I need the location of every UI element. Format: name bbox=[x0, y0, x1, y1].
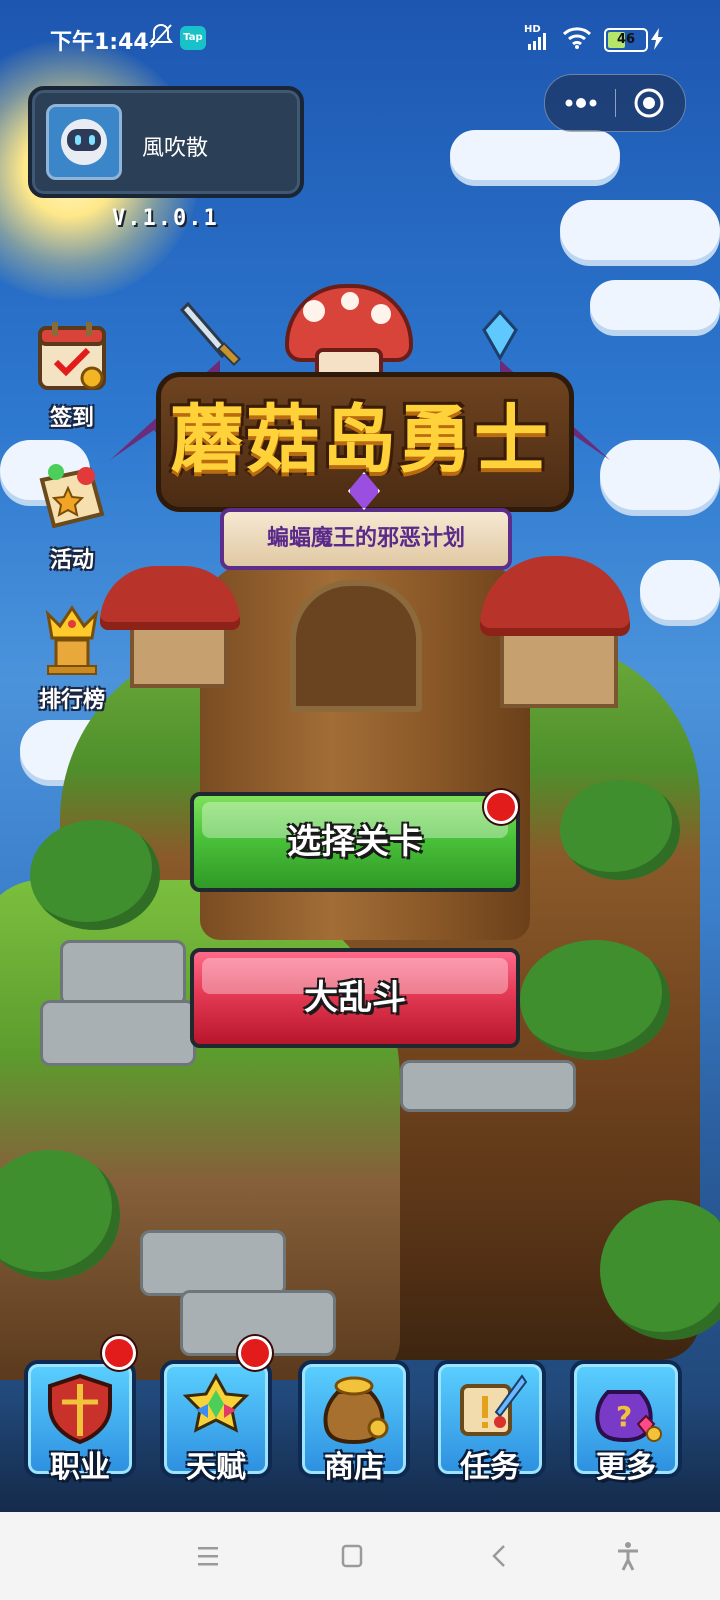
avatar[interactable] bbox=[46, 104, 122, 180]
bush bbox=[560, 780, 680, 880]
signal-icon bbox=[528, 33, 546, 50]
menu-icon[interactable] bbox=[188, 1538, 228, 1574]
nav-class-label: 职业 bbox=[50, 1450, 110, 1485]
stone-step bbox=[400, 1060, 576, 1112]
rainbow-gem-icon bbox=[182, 1372, 250, 1433]
taptap-icon: Tap bbox=[180, 26, 206, 50]
game-background bbox=[0, 0, 720, 1512]
status-time: 下午1:44 bbox=[50, 30, 149, 55]
bush bbox=[30, 820, 160, 930]
bush bbox=[520, 940, 670, 1060]
side-leaderboard-button[interactable]: 排行榜 bbox=[20, 600, 124, 720]
wifi-icon bbox=[562, 27, 592, 49]
brawl-label: 大乱斗 bbox=[304, 978, 406, 1018]
select-level-label: 选择关卡 bbox=[287, 822, 423, 862]
mushroom-spot bbox=[371, 304, 391, 324]
shield-sword-icon bbox=[48, 1373, 112, 1444]
close-target-icon[interactable] bbox=[633, 87, 665, 119]
nav-shop-button[interactable]: 商店 bbox=[298, 1360, 410, 1485]
player-profile-card[interactable]: 風吹散 bbox=[28, 86, 304, 198]
player-name: 風吹散 bbox=[142, 136, 209, 161]
version-label: V.1.0.1 bbox=[112, 206, 219, 231]
avatar-eye bbox=[75, 135, 81, 145]
nav-quest-label: 任务 bbox=[460, 1450, 520, 1485]
game-title: 蘑菇岛勇士 bbox=[170, 397, 550, 483]
cloud bbox=[640, 560, 720, 620]
side-checkin-button[interactable]: 签到 bbox=[20, 318, 124, 438]
bell-muted-icon bbox=[149, 23, 173, 48]
checkin-label: 签到 bbox=[49, 406, 94, 431]
crown-trophy-icon bbox=[45, 605, 99, 675]
back-icon[interactable] bbox=[480, 1538, 520, 1574]
mystery-bag-icon: ? bbox=[595, 1390, 662, 1443]
sword-icon bbox=[180, 301, 242, 367]
nav-talent-label: 天赋 bbox=[186, 1450, 246, 1485]
nav-talent-button[interactable]: 天赋 bbox=[160, 1360, 272, 1485]
notification-dot bbox=[102, 1336, 136, 1370]
select-level-button[interactable]: 选择关卡 bbox=[190, 792, 520, 892]
cloud bbox=[560, 200, 720, 260]
charging-icon bbox=[651, 28, 663, 50]
home-icon[interactable] bbox=[332, 1538, 372, 1574]
stone-step bbox=[40, 1000, 196, 1066]
mushroom-spot bbox=[341, 292, 359, 310]
nav-shop-label: 商店 bbox=[324, 1450, 384, 1485]
cloud bbox=[450, 130, 620, 180]
nav-class-button[interactable]: 职业 bbox=[24, 1360, 136, 1485]
event-ticket-icon bbox=[39, 464, 105, 529]
nav-more-button[interactable]: ? 更多 bbox=[570, 1360, 682, 1485]
avatar-visor bbox=[67, 129, 101, 151]
stone-step bbox=[60, 940, 186, 1006]
notification-dot bbox=[484, 790, 518, 824]
miniprogram-capsule bbox=[544, 74, 686, 132]
notification-dot bbox=[238, 1336, 272, 1370]
more-dots-icon[interactable] bbox=[563, 93, 599, 113]
game-subtitle: 蝙蝠魔王的邪恶计划 bbox=[266, 526, 465, 551]
status-bar: 下午1:44 Tap HD 46 bbox=[0, 0, 720, 78]
side-event-button[interactable]: 活动 bbox=[20, 460, 124, 580]
battery-icon: 46 bbox=[604, 28, 648, 52]
cloud bbox=[600, 440, 720, 510]
mushroom-spot bbox=[303, 300, 325, 322]
nav-more-label: 更多 bbox=[596, 1450, 656, 1485]
avatar-eye bbox=[89, 135, 95, 145]
brawl-button[interactable]: 大乱斗 bbox=[190, 948, 520, 1048]
calendar-checkin-icon bbox=[38, 322, 106, 390]
capsule-divider bbox=[615, 89, 616, 117]
crystal-icon bbox=[482, 310, 518, 360]
leaderboard-label: 排行榜 bbox=[38, 688, 105, 713]
system-navigation-bar bbox=[0, 1512, 720, 1600]
battery-percent: 46 bbox=[616, 32, 636, 47]
event-label: 活动 bbox=[49, 548, 94, 573]
nav-quest-button[interactable]: 任务 bbox=[434, 1360, 546, 1485]
stone-step bbox=[140, 1230, 286, 1296]
scroll-quill-icon bbox=[460, 1374, 528, 1436]
gold-bag-icon bbox=[323, 1376, 389, 1444]
svg-text:?: ? bbox=[616, 1400, 632, 1433]
accessibility-icon[interactable] bbox=[608, 1538, 648, 1574]
game-logo: 蘑菇岛勇士 蝙蝠魔王的邪恶计划 bbox=[110, 280, 610, 620]
